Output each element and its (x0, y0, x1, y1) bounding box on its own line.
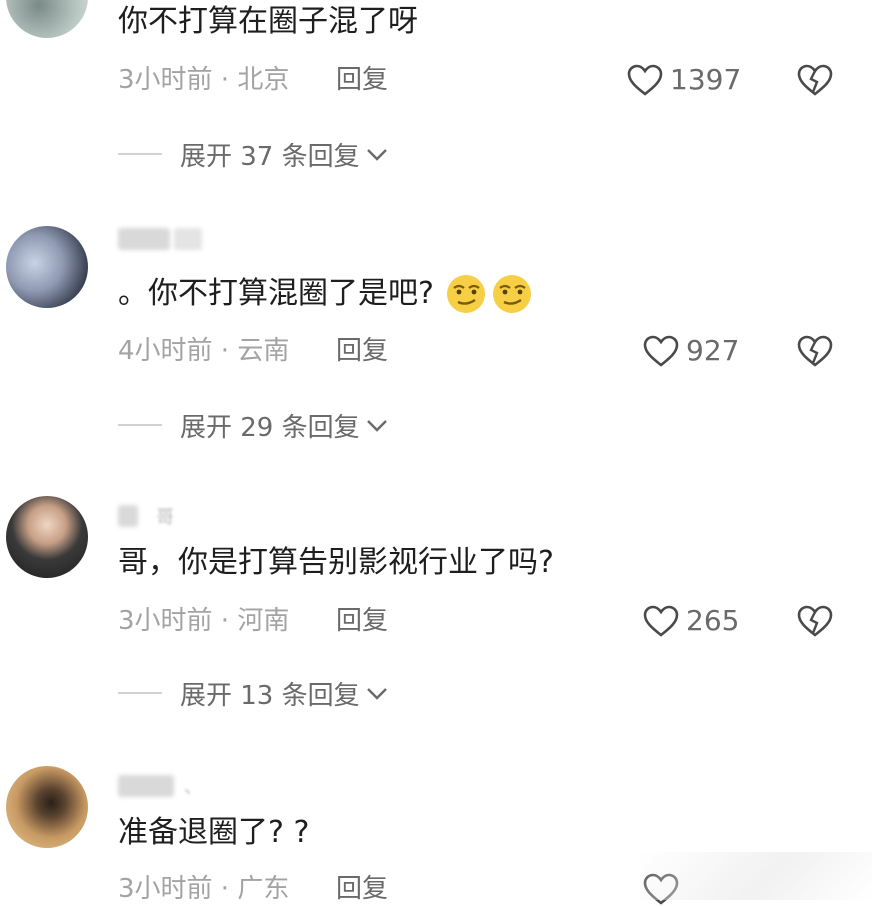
comment-text: 哥，你是打算告别影视行业了吗? (118, 545, 554, 580)
reply-button[interactable]: 回复 (336, 872, 388, 906)
heart-outline-icon (627, 64, 663, 96)
username-blur (118, 228, 170, 250)
reply-button[interactable]: 回复 (336, 604, 388, 638)
divider-line (118, 692, 162, 694)
avatar[interactable] (6, 766, 88, 848)
expand-replies-button[interactable]: 展开 13 条回复 (118, 676, 390, 711)
comment-meta: 3小时前 · 广东 (118, 874, 290, 904)
username: 哥 (118, 502, 174, 530)
username (118, 225, 202, 253)
comment-meta: 4小时前 · 云南 (118, 336, 290, 366)
comment-meta: 3小时前 · 北京 (118, 65, 290, 95)
comment-text: 准备退圈了? ? (118, 815, 310, 850)
broken-heart-icon[interactable] (796, 334, 834, 368)
comment-text-content: 。你不打算混圈了是吧? (118, 276, 434, 311)
image-fade-overlay (640, 852, 872, 900)
reply-button[interactable]: 回复 (336, 334, 388, 368)
comment-text: 你不打算在圈子混了呀 (118, 4, 418, 39)
smirk-face-emoji (492, 275, 531, 313)
expand-replies-button[interactable]: 展开 37 条回复 (118, 137, 390, 172)
chevron-down-icon (366, 688, 387, 700)
heart-outline-icon (643, 335, 679, 367)
avatar[interactable] (6, 226, 88, 308)
expand-replies-label: 展开 37 条回复 (180, 141, 360, 172)
like-count: 927 (686, 334, 740, 367)
smirk-face-emoji (446, 275, 485, 313)
username-text: 哥 (156, 507, 174, 528)
username-text: 、 (184, 777, 202, 798)
chevron-down-icon (366, 149, 387, 161)
username-blur (118, 505, 138, 527)
like-count: 1397 (670, 63, 742, 96)
avatar[interactable] (6, 496, 88, 578)
divider-line (118, 424, 162, 426)
like-button[interactable]: 927 (642, 334, 739, 368)
expand-replies-button[interactable]: 展开 29 条回复 (118, 408, 390, 443)
expand-replies-label: 展开 13 条回复 (180, 680, 360, 711)
broken-heart-icon[interactable] (796, 604, 834, 638)
avatar[interactable] (6, 0, 88, 38)
like-button[interactable]: 265 (642, 604, 739, 638)
username-blur (118, 775, 174, 797)
username: 、 (118, 772, 202, 800)
comment-text: 。你不打算混圈了是吧? (118, 272, 534, 316)
like-count: 265 (686, 604, 740, 637)
divider-line (118, 153, 162, 155)
reply-button[interactable]: 回复 (336, 63, 388, 97)
heart-outline-icon (643, 605, 679, 637)
like-button[interactable]: 1397 (626, 63, 741, 97)
expand-replies-label: 展开 29 条回复 (180, 412, 360, 443)
comment-meta: 3小时前 · 河南 (118, 606, 290, 636)
broken-heart-icon[interactable] (796, 63, 834, 97)
username-blur (174, 228, 202, 250)
chevron-down-icon (366, 420, 387, 432)
